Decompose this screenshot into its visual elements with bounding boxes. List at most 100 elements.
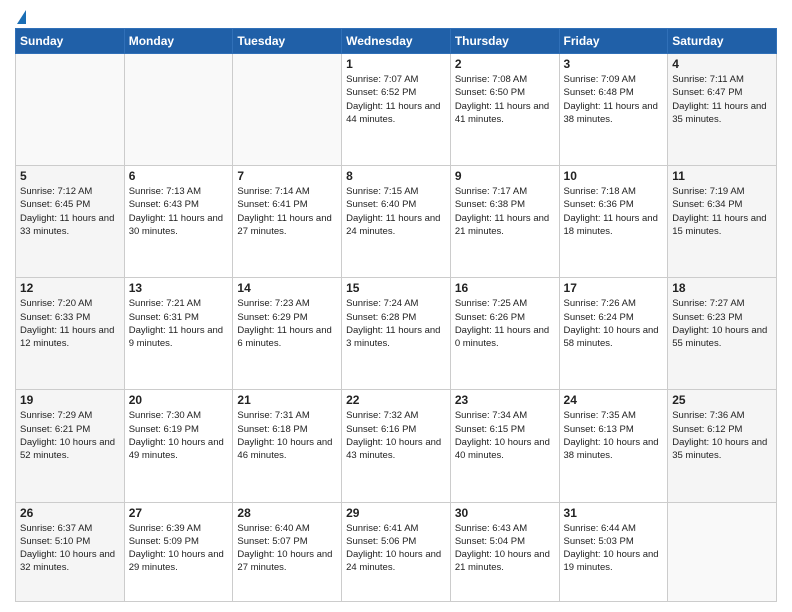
calendar-cell: 14 Sunrise: 7:23 AM Sunset: 6:29 PM Dayli… [233,278,342,390]
calendar-cell: 28 Sunrise: 6:40 AM Sunset: 5:07 PM Dayli… [233,502,342,601]
calendar-cell: 4Sunrise: 7:11 AM Sunset: 6:47 PM Daylig… [668,54,777,166]
day-number: 31 [564,506,664,520]
day-number: 10 [564,169,664,183]
day-number: 13 [129,281,229,295]
weekday-header-saturday: Saturday [668,29,777,54]
day-info: Sunrise: 7:07 AM Sunset: 6:52 PM Dayligh… [346,73,446,126]
weekday-header-sunday: Sunday [16,29,125,54]
day-info: Sunrise: 7:36 AM Sunset: 6:12 PM Dayligh… [672,409,772,462]
day-info: Sunrise: 7:08 AM Sunset: 6:50 PM Dayligh… [455,73,555,126]
day-number: 26 [20,506,120,520]
day-number: 22 [346,393,446,407]
day-info: Sunrise: 7:14 AM Sunset: 6:41 PM Dayligh… [237,185,337,238]
logo-triangle-icon [17,10,26,24]
day-info: Sunrise: 7:21 AM Sunset: 6:31 PM Dayligh… [129,297,229,350]
weekday-header-friday: Friday [559,29,668,54]
day-number: 28 [237,506,337,520]
calendar-cell [124,54,233,166]
day-info: Sunrise: 6:41 AM Sunset: 5:06 PM Dayligh… [346,522,446,575]
header [15,10,777,22]
calendar-cell: 29 Sunrise: 6:41 AM Sunset: 5:06 PM Dayli… [342,502,451,601]
calendar-cell: 7 Sunrise: 7:14 AM Sunset: 6:41 PM Daylig… [233,166,342,278]
calendar-cell: 31Sunrise: 6:44 AM Sunset: 5:03 PM Dayli… [559,502,668,601]
calendar-cell: 21Sunrise: 7:31 AM Sunset: 6:18 PM Dayli… [233,390,342,502]
day-info: Sunrise: 7:13 AM Sunset: 6:43 PM Dayligh… [129,185,229,238]
day-info: Sunrise: 7:12 AM Sunset: 6:45 PM Dayligh… [20,185,120,238]
day-number: 7 [237,169,337,183]
calendar-cell: 17 Sunrise: 7:26 AM Sunset: 6:24 PM Dayli… [559,278,668,390]
day-info: Sunrise: 7:09 AM Sunset: 6:48 PM Dayligh… [564,73,664,126]
calendar-cell: 20 Sunrise: 7:30 AM Sunset: 6:19 PM Dayli… [124,390,233,502]
day-info: Sunrise: 7:20 AM Sunset: 6:33 PM Dayligh… [20,297,120,350]
calendar-table: SundayMondayTuesdayWednesdayThursdayFrid… [15,28,777,602]
day-info: Sunrise: 7:17 AM Sunset: 6:38 PM Dayligh… [455,185,555,238]
day-info: Sunrise: 6:37 AM Sunset: 5:10 PM Dayligh… [20,522,120,575]
calendar-cell [668,502,777,601]
calendar-cell: 1 Sunrise: 7:07 AM Sunset: 6:52 PM Daylig… [342,54,451,166]
day-info: Sunrise: 7:35 AM Sunset: 6:13 PM Dayligh… [564,409,664,462]
day-info: Sunrise: 7:30 AM Sunset: 6:19 PM Dayligh… [129,409,229,462]
day-number: 24 [564,393,664,407]
calendar-cell: 15 Sunrise: 7:24 AM Sunset: 6:28 PM Dayli… [342,278,451,390]
calendar-cell: 9 Sunrise: 7:17 AM Sunset: 6:38 PM Daylig… [450,166,559,278]
calendar-cell: 10 Sunrise: 7:18 AM Sunset: 6:36 PM Dayli… [559,166,668,278]
calendar-cell: 30 Sunrise: 6:43 AM Sunset: 5:04 PM Dayli… [450,502,559,601]
day-number: 27 [129,506,229,520]
day-number: 17 [564,281,664,295]
calendar-cell: 19 Sunrise: 7:29 AM Sunset: 6:21 PM Dayli… [16,390,125,502]
day-number: 2 [455,57,555,71]
calendar-cell: 22Sunrise: 7:32 AM Sunset: 6:16 PM Dayli… [342,390,451,502]
day-info: Sunrise: 6:39 AM Sunset: 5:09 PM Dayligh… [129,522,229,575]
day-number: 5 [20,169,120,183]
day-info: Sunrise: 7:18 AM Sunset: 6:36 PM Dayligh… [564,185,664,238]
day-info: Sunrise: 6:43 AM Sunset: 5:04 PM Dayligh… [455,522,555,575]
day-number: 15 [346,281,446,295]
calendar-cell: 2 Sunrise: 7:08 AM Sunset: 6:50 PM Daylig… [450,54,559,166]
day-info: Sunrise: 7:26 AM Sunset: 6:24 PM Dayligh… [564,297,664,350]
day-info: Sunrise: 7:19 AM Sunset: 6:34 PM Dayligh… [672,185,772,238]
day-info: Sunrise: 7:15 AM Sunset: 6:40 PM Dayligh… [346,185,446,238]
calendar-cell: 3 Sunrise: 7:09 AM Sunset: 6:48 PM Daylig… [559,54,668,166]
calendar-cell: 6Sunrise: 7:13 AM Sunset: 6:43 PM Daylig… [124,166,233,278]
page: SundayMondayTuesdayWednesdayThursdayFrid… [0,0,792,612]
day-info: Sunrise: 7:24 AM Sunset: 6:28 PM Dayligh… [346,297,446,350]
day-number: 1 [346,57,446,71]
calendar-cell: 8 Sunrise: 7:15 AM Sunset: 6:40 PM Daylig… [342,166,451,278]
calendar-cell [16,54,125,166]
calendar-cell: 25Sunrise: 7:36 AM Sunset: 6:12 PM Dayli… [668,390,777,502]
weekday-header-tuesday: Tuesday [233,29,342,54]
calendar-cell: 11 Sunrise: 7:19 AM Sunset: 6:34 PM Dayli… [668,166,777,278]
day-info: Sunrise: 7:11 AM Sunset: 6:47 PM Dayligh… [672,73,772,126]
day-number: 29 [346,506,446,520]
weekday-header-wednesday: Wednesday [342,29,451,54]
day-number: 16 [455,281,555,295]
weekday-header-monday: Monday [124,29,233,54]
day-number: 8 [346,169,446,183]
day-number: 12 [20,281,120,295]
day-info: Sunrise: 7:23 AM Sunset: 6:29 PM Dayligh… [237,297,337,350]
day-info: Sunrise: 7:27 AM Sunset: 6:23 PM Dayligh… [672,297,772,350]
day-info: Sunrise: 6:40 AM Sunset: 5:07 PM Dayligh… [237,522,337,575]
day-number: 20 [129,393,229,407]
calendar-cell: 12 Sunrise: 7:20 AM Sunset: 6:33 PM Dayli… [16,278,125,390]
calendar-cell: 5 Sunrise: 7:12 AM Sunset: 6:45 PM Daylig… [16,166,125,278]
day-number: 21 [237,393,337,407]
day-number: 3 [564,57,664,71]
calendar-cell: 27 Sunrise: 6:39 AM Sunset: 5:09 PM Dayli… [124,502,233,601]
calendar-cell: 13 Sunrise: 7:21 AM Sunset: 6:31 PM Dayli… [124,278,233,390]
calendar-cell: 26 Sunrise: 6:37 AM Sunset: 5:10 PM Dayli… [16,502,125,601]
day-number: 19 [20,393,120,407]
day-info: Sunrise: 7:29 AM Sunset: 6:21 PM Dayligh… [20,409,120,462]
calendar-cell: 18Sunrise: 7:27 AM Sunset: 6:23 PM Dayli… [668,278,777,390]
day-number: 14 [237,281,337,295]
day-info: Sunrise: 7:34 AM Sunset: 6:15 PM Dayligh… [455,409,555,462]
day-number: 11 [672,169,772,183]
calendar-cell: 24 Sunrise: 7:35 AM Sunset: 6:13 PM Dayli… [559,390,668,502]
day-number: 9 [455,169,555,183]
day-number: 23 [455,393,555,407]
calendar-cell: 16Sunrise: 7:25 AM Sunset: 6:26 PM Dayli… [450,278,559,390]
day-number: 30 [455,506,555,520]
calendar-cell: 23 Sunrise: 7:34 AM Sunset: 6:15 PM Dayli… [450,390,559,502]
logo [15,10,26,22]
weekday-header-thursday: Thursday [450,29,559,54]
